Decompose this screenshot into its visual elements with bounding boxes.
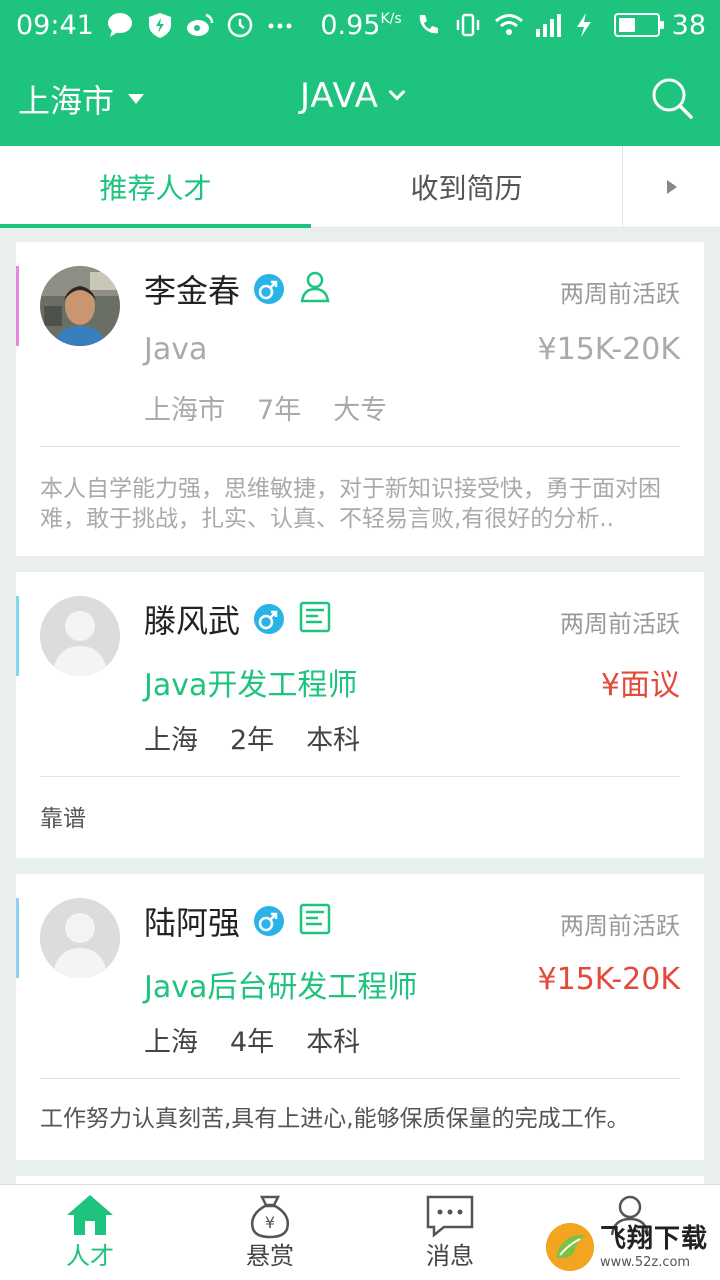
chat-bubble-icon [106,11,134,39]
caret-down-icon [128,94,145,104]
candidate-meta: 上海 4年 本科 [144,1020,360,1059]
chat-icon [424,1193,476,1245]
meta-city: 上海市 [144,395,225,426]
tab-recommended[interactable]: 推荐人才 [0,146,311,228]
more-dots-icon [266,11,294,39]
salary: ¥15K-20K [537,962,680,997]
wifi-icon [494,11,523,39]
meta-experience: 2年 [230,725,275,756]
candidate-meta: 上海 2年 本科 [144,718,360,757]
candidate-name: 陆阿强 [144,904,241,942]
network-speed: 0.95K/s [320,9,402,41]
keyword-selector[interactable]: JAVA [300,76,406,116]
male-icon [254,604,285,634]
money-bag-icon: ¥ [245,1193,295,1245]
candidate-name: 滕风武 [144,602,241,640]
divider [40,776,680,777]
watermark-url: www.52z.com [600,1254,691,1270]
divider [40,1078,680,1079]
salary: ¥15K-20K [537,332,680,367]
clock-icon [226,11,254,39]
candidate-card[interactable]: 滕风武 两周前活跃 Java开发工程师 ¥面议 上海 2年 本科 靠谱 [16,572,704,858]
candidate-meta: 上海市 7年 大专 [144,388,387,427]
name-row: 李金春 [144,266,332,312]
watermark: 飞翔下载 www.52z.com [546,1218,716,1276]
play-arrow-icon [666,180,677,194]
name-row: 陆阿强 [144,898,332,944]
meta-city: 上海 [144,725,198,756]
male-icon [254,906,285,936]
divider [40,446,680,447]
home-icon [65,1193,115,1243]
meta-experience: 7年 [257,395,302,426]
meta-education: 本科 [306,1027,361,1058]
weibo-icon [186,11,214,39]
job-title: Java后台研发工程师 [144,970,418,1005]
card-accent [16,596,19,676]
candidate-description: 工作努力认真刻苦,具有上进心,能够保质保量的完成工作。 [40,1106,630,1132]
card-accent [16,266,19,346]
nav-talent[interactable]: 人才 [0,1185,180,1280]
search-button[interactable] [650,76,694,120]
avatar [40,898,120,978]
nav-reward[interactable]: ¥ 悬赏 [180,1185,360,1280]
resume-icon [298,902,332,940]
candidate-description: 本人自学能力强，思维敏捷，对于新知识接受快，勇于面对困难，敢于挑战，扎实、认真、… [40,476,661,532]
signal-icon [534,11,562,39]
tab-more-button[interactable] [622,146,720,228]
tab-received-resumes[interactable]: 收到简历 [311,146,622,228]
candidate-card[interactable]: 李金春 两周前活跃 Java ¥15K-20K 上海市 7年 大专 本人自学能力… [16,242,704,556]
male-icon [254,274,285,304]
app-header: 上海市 JAVA [0,50,720,146]
vibrate-icon [454,11,482,39]
call-icon [414,11,442,39]
watermark-text: 飞翔下载 [600,1223,709,1254]
meta-experience: 4年 [230,1027,275,1058]
keyword-label: JAVA [300,76,379,116]
nav-messages[interactable]: 消息 [360,1185,540,1280]
active-time: 两周前活跃 [560,610,680,638]
avatar [40,266,120,346]
candidate-card[interactable]: 陆阿强 两周前活跃 Java后台研发工程师 ¥15K-20K 上海 4年 本科 … [16,874,704,1160]
city-selector[interactable]: 上海市 [18,76,145,122]
battery-icon [613,13,664,37]
top-bar: 09:41 0.95K/s 38 上海市 JAVA [0,0,720,146]
job-title: Java [144,332,208,367]
search-icon [652,78,693,119]
svg-text:¥: ¥ [265,1213,275,1232]
active-time: 两周前活跃 [560,280,680,308]
card-accent [16,898,19,978]
salary: ¥面议 [600,668,680,703]
tab-bar: 推荐人才 收到简历 [0,146,720,228]
charging-icon [574,11,602,39]
chevron-down-icon [388,83,406,101]
status-bar: 09:41 0.95K/s 38 [0,0,720,50]
person-verified-icon [298,270,332,308]
resume-icon [298,600,332,638]
avatar [40,596,120,676]
battery-level: 38 [671,9,706,41]
watermark-logo-icon [546,1223,594,1271]
active-time: 两周前活跃 [560,912,680,940]
status-time: 09:41 [16,9,94,41]
shield-icon [146,11,174,39]
candidate-description: 靠谱 [40,806,86,832]
name-row: 滕风武 [144,596,332,642]
candidate-name: 李金春 [144,272,241,310]
city-label: 上海市 [18,82,115,120]
meta-education: 本科 [306,725,361,756]
meta-education: 大专 [333,395,388,426]
meta-city: 上海 [144,1027,198,1058]
job-title: Java开发工程师 [144,668,358,703]
